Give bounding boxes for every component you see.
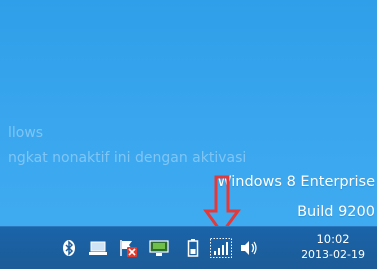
clock-time: 10:02	[316, 232, 350, 246]
laptop-icon[interactable]	[87, 237, 109, 259]
action-center-flag-icon[interactable]	[117, 237, 139, 259]
battery-icon[interactable]	[182, 237, 204, 259]
ghost-activation-subtext: ngkat nonaktif ini dengan aktivasi	[8, 150, 247, 166]
bluetooth-icon[interactable]	[58, 237, 80, 259]
network-signal-icon[interactable]	[210, 237, 232, 259]
clock-date: 2013-02-19	[301, 248, 365, 261]
display-icon[interactable]	[148, 237, 170, 259]
ghost-activation-text: llows	[8, 125, 44, 141]
windows-build-watermark: Build 9200	[297, 204, 375, 220]
system-clock[interactable]: 10:02 2013-02-19	[301, 231, 365, 263]
volume-icon[interactable]	[238, 237, 260, 259]
desktop-background: llows ngkat nonaktif ini dengan aktivasi…	[0, 0, 377, 236]
taskbar: 10:02 2013-02-19	[0, 226, 377, 269]
